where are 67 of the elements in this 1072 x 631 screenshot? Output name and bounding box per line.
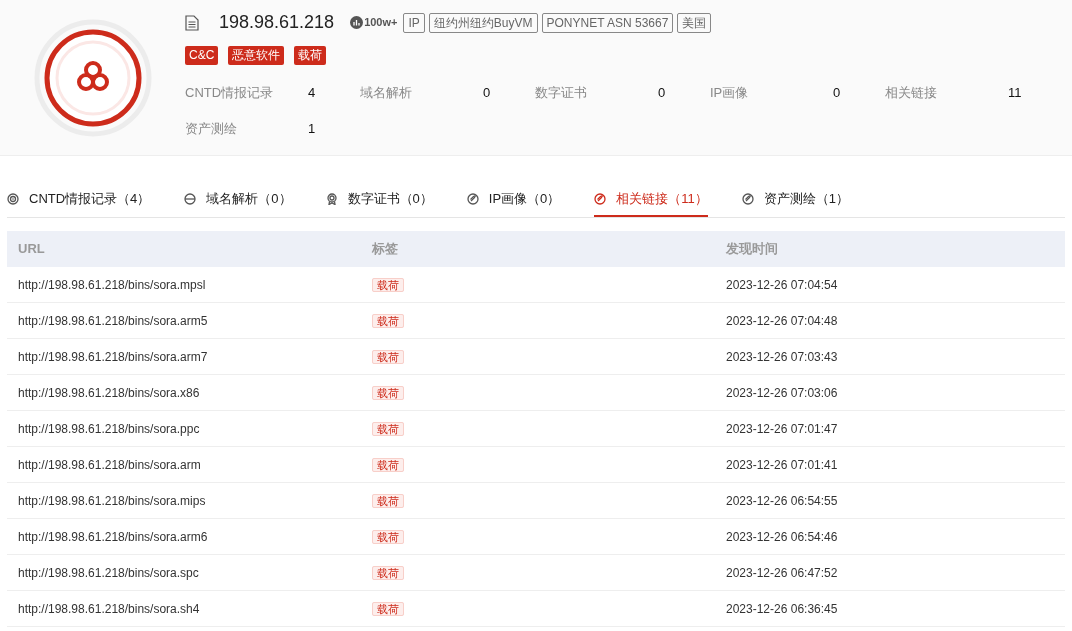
- column-header: 发现时间: [725, 240, 779, 259]
- stat-value: 0: [483, 84, 491, 102]
- url-cell-text: http://198.98.61.218/bins/sora.ppc: [17, 420, 201, 438]
- info-tag: 美国: [677, 12, 712, 33]
- url-cell-text: http://198.98.61.218/bins/sora.mips: [17, 492, 207, 510]
- chart-icon: [350, 16, 364, 29]
- tag-label: 载荷: [372, 421, 404, 436]
- threat-tag: 载荷: [294, 46, 327, 65]
- tag-label: 载荷: [372, 385, 404, 400]
- threat-tag: C&C: [185, 46, 219, 65]
- stat-label: CNTD情报记录: [185, 84, 275, 102]
- url-cell-text: http://198.98.61.218/bins/sora.x86: [17, 384, 201, 402]
- tab[interactable]: 数字证书（0）: [325, 182, 433, 217]
- stat-value: 4: [308, 84, 316, 102]
- tag-label: 载荷: [372, 457, 404, 472]
- threat-tag: 恶意软件: [228, 46, 285, 65]
- tag-label: 载荷: [372, 349, 404, 364]
- tag-label: 载荷: [372, 601, 404, 616]
- tab[interactable]: 资产测绘（1）: [741, 182, 850, 217]
- ip-address: 198.98.61.218: [219, 11, 335, 34]
- info-tag: 纽约州纽约BuyVM: [428, 12, 538, 33]
- clip-icon: [466, 192, 479, 205]
- tab[interactable]: 域名解析（0）: [184, 182, 292, 217]
- stat-value: 0: [833, 84, 841, 102]
- document-icon: [185, 14, 199, 31]
- time-cell-text: 2023-12-26 07:01:47: [725, 420, 839, 438]
- tag-label: 载荷: [372, 529, 404, 544]
- url-cell-text: http://198.98.61.218/bins/sora.sh4: [17, 600, 201, 618]
- column-header: 标签: [371, 240, 399, 259]
- tab[interactable]: 相关链接（11）: [594, 182, 708, 217]
- clip-icon: [594, 192, 607, 205]
- stat-label: 数字证书: [535, 84, 588, 102]
- time-cell-text: 2023-12-26 06:54:55: [725, 492, 839, 510]
- info-tag: PONYNET ASN 53667: [541, 12, 674, 33]
- stat-label: IP画像: [710, 84, 750, 102]
- stat-label: 域名解析: [360, 84, 413, 102]
- signal-icon: [7, 192, 19, 205]
- url-cell-text: http://198.98.61.218/bins/sora.arm5: [17, 312, 209, 330]
- time-cell-text: 2023-12-26 07:03:43: [725, 348, 839, 366]
- time-cell-text: 2023-12-26 06:54:46: [725, 528, 839, 546]
- url-cell-text: http://198.98.61.218/bins/sora.spc: [17, 564, 200, 582]
- tab[interactable]: IP画像（0）: [466, 182, 561, 217]
- stat-value: 11: [1008, 84, 1022, 102]
- url-cell-text: http://198.98.61.218/bins/sora.mpsl: [17, 276, 207, 294]
- tag-label: 载荷: [372, 277, 404, 292]
- clip-icon: [741, 192, 754, 205]
- time-cell-text: 2023-12-26 07:03:06: [725, 384, 839, 402]
- tag-label: 载荷: [372, 565, 404, 580]
- info-tag: IP: [403, 12, 425, 33]
- tag-label: 载荷: [372, 493, 404, 508]
- url-cell-text: http://198.98.61.218/bins/sora.arm7: [17, 348, 209, 366]
- time-cell-text: 2023-12-26 07:04:48: [725, 312, 839, 330]
- stat-value: 1: [308, 119, 316, 138]
- popularity-count: 100w+: [364, 15, 398, 31]
- time-cell-text: 2023-12-26 06:47:52: [725, 564, 839, 582]
- url-cell-text: http://198.98.61.218/bins/sora.arm6: [17, 528, 209, 546]
- stat-label: 相关链接: [885, 84, 938, 102]
- stat-label: 资产测绘: [185, 119, 238, 138]
- time-cell-text: 2023-12-26 07:01:41: [725, 456, 839, 474]
- column-header: URL: [17, 240, 46, 259]
- badge-icon: [325, 192, 338, 205]
- url-cell-text: http://198.98.61.218/bins/sora.arm: [17, 456, 202, 474]
- time-cell-text: 2023-12-26 07:04:54: [725, 276, 839, 294]
- tab[interactable]: CNTD情报记录（4）: [7, 182, 151, 217]
- tag-label: 载荷: [372, 313, 404, 328]
- stat-value: 0: [658, 84, 666, 102]
- time-cell-text: 2023-12-26 06:36:45: [725, 600, 839, 618]
